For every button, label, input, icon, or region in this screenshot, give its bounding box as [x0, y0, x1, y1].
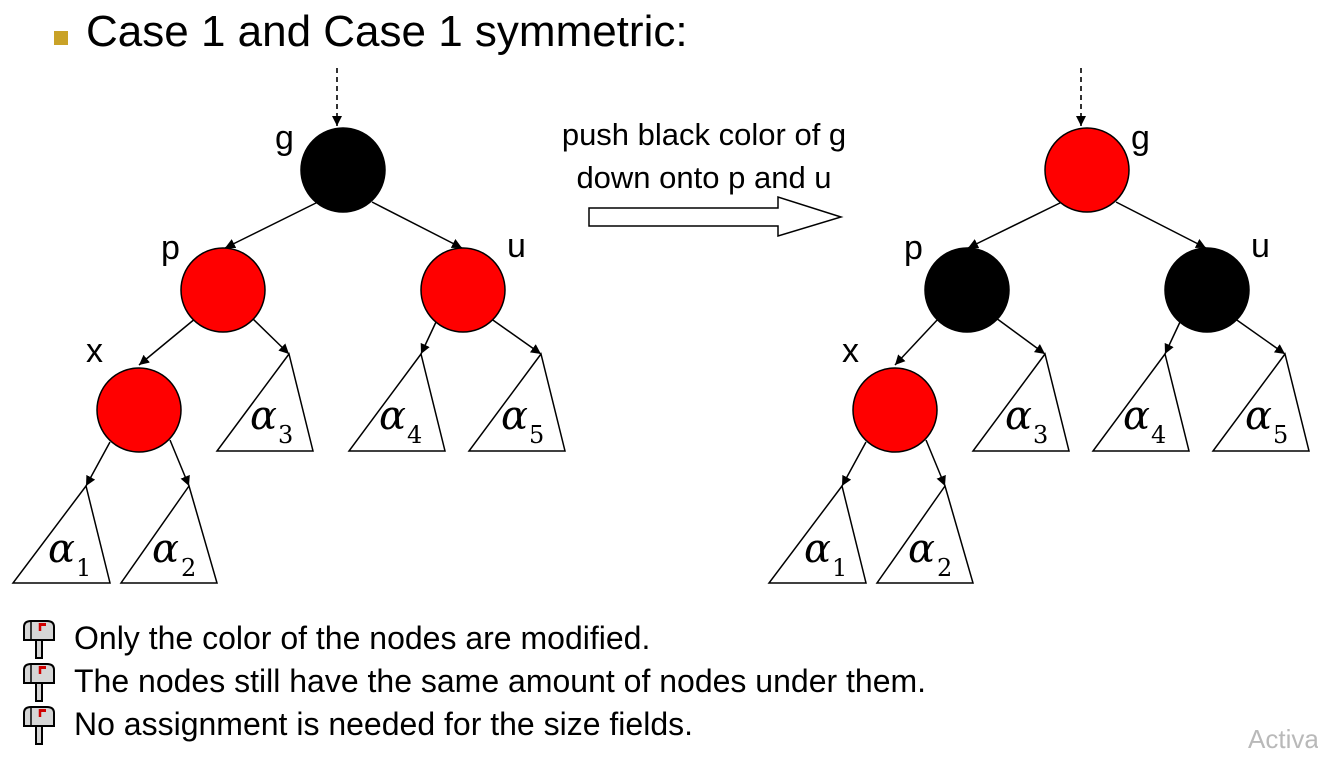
edge-g-p	[967, 199, 1067, 249]
notes-list: Only the color of the nodes are modified…	[18, 617, 926, 746]
edge-u-a5	[489, 317, 542, 355]
tree-after: α 1 α 2 α 3 α 4 α 5 g p u x	[767, 68, 1310, 584]
node-g	[1044, 127, 1130, 213]
subtree-a1-symbol: α	[48, 526, 75, 572]
node-p-label: p	[161, 229, 180, 267]
node-x	[852, 367, 938, 453]
subtree-a2-symbol: α	[908, 526, 935, 572]
node-u	[420, 247, 506, 333]
subtree-a5-symbol: α	[1245, 393, 1272, 439]
node-u-label: u	[1251, 227, 1270, 265]
edge-p-x	[138, 317, 197, 366]
edge-x-a2	[169, 439, 190, 487]
node-x-label: x	[86, 332, 103, 370]
subtree-a1-index: 1	[76, 554, 91, 582]
subtree-a1-index: 1	[832, 554, 847, 582]
edge-p-x	[894, 317, 940, 366]
edge-x-a1	[841, 441, 867, 487]
transition-caption-line1: push black color of g	[562, 117, 846, 152]
note-item: The nodes still have the same amount of …	[18, 660, 926, 703]
subtree-a5-symbol: α	[501, 393, 528, 439]
node-p	[180, 247, 266, 333]
note-text: Only the color of the nodes are modified…	[74, 620, 651, 656]
subtree-a5-index: 5	[1273, 421, 1288, 449]
edge-g-u	[371, 201, 463, 249]
subtree-a3-symbol: α	[1005, 393, 1032, 439]
note-item: Only the color of the nodes are modified…	[18, 617, 926, 660]
subtree-a3-index: 3	[1033, 421, 1048, 449]
subtree-a2-index: 2	[181, 554, 196, 582]
subtree-a4-index: 4	[1151, 421, 1166, 449]
subtree-a3-index: 3	[278, 421, 293, 449]
edge-p-a3	[251, 317, 290, 355]
subtree-a2-symbol: α	[152, 526, 179, 572]
subtree-a3-symbol: α	[250, 393, 277, 439]
node-g	[300, 127, 386, 213]
activation-watermark: Activa	[1248, 724, 1318, 754]
subtree-a4-index: 4	[407, 421, 422, 449]
subtree-a4-symbol: α	[1123, 393, 1150, 439]
hollow-right-arrow-icon	[588, 195, 844, 238]
node-g-label: g	[275, 119, 294, 157]
note-text: No assignment is needed for the size fie…	[74, 706, 693, 742]
subtree-a5-index: 5	[529, 421, 544, 449]
node-x-label: x	[842, 332, 859, 370]
mailbox-icon	[23, 619, 55, 659]
edge-x-a2	[925, 439, 946, 487]
note-text: The nodes still have the same amount of …	[74, 663, 927, 699]
edge-g-u	[1115, 201, 1207, 249]
subtree-a2-index: 2	[937, 554, 952, 582]
subtree-a1-symbol: α	[804, 526, 831, 572]
node-u	[1164, 247, 1250, 333]
note-item: No assignment is needed for the size fie…	[18, 703, 926, 746]
subtree-a4-symbol: α	[379, 393, 406, 439]
node-p	[924, 247, 1010, 333]
node-u-label: u	[507, 227, 526, 265]
tree-before: α 1 α 2 α 3 α 4 α 5 g p u x	[11, 68, 566, 584]
transition: push black color of g down onto p and u	[562, 117, 846, 238]
edge-u-a5	[1233, 317, 1286, 355]
mailbox-icon	[23, 705, 55, 745]
node-p-label: p	[904, 229, 923, 267]
edge-p-a3	[995, 317, 1046, 355]
node-g-label: g	[1131, 119, 1150, 157]
node-x	[96, 367, 182, 453]
edge-u-a4	[1164, 321, 1181, 355]
mailbox-icon	[23, 662, 55, 702]
edge-x-a1	[85, 441, 111, 487]
edge-u-a4	[420, 321, 437, 355]
transition-caption-line2: down onto p and u	[576, 160, 831, 195]
edge-g-p	[224, 199, 323, 249]
